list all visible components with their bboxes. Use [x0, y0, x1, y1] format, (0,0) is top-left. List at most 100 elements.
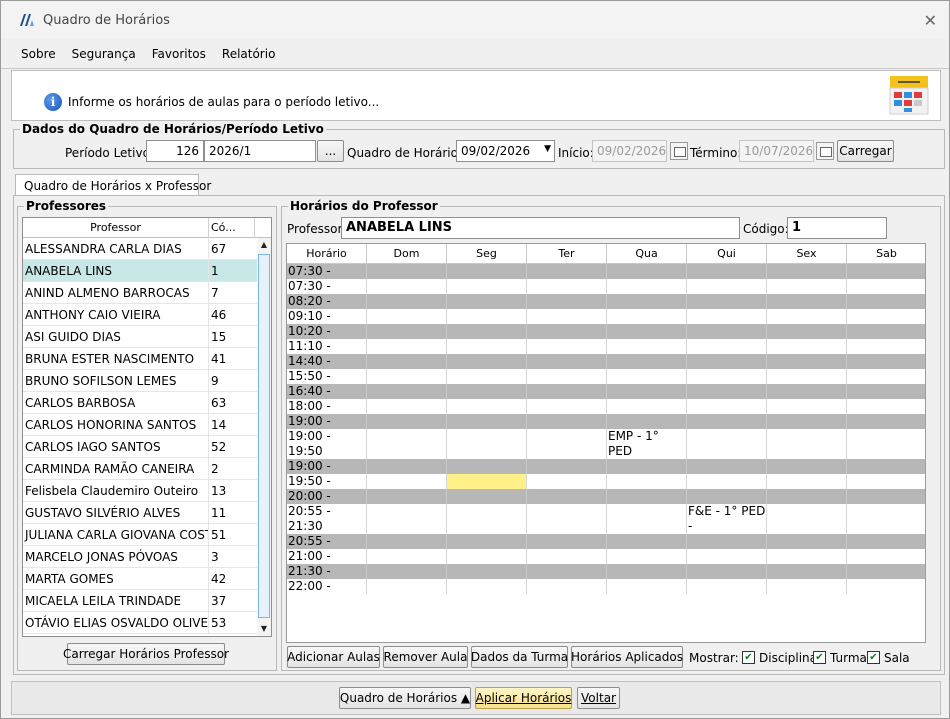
schedule-cell[interactable]: [447, 564, 527, 579]
aplicar-horarios-button[interactable]: Aplicar Horários: [475, 687, 572, 709]
schedule-cell[interactable]: [847, 309, 925, 324]
schedule-cell[interactable]: [447, 264, 527, 279]
table-row[interactable]: 20:00 - 20:40: [287, 489, 925, 504]
schedule-cell[interactable]: [687, 399, 767, 414]
dados-turma-button[interactable]: Dados da Turma: [471, 646, 568, 668]
schedule-cell[interactable]: [767, 339, 847, 354]
schedule-cell[interactable]: [367, 399, 447, 414]
schedule-cell[interactable]: [527, 549, 607, 564]
schedule-cell[interactable]: [767, 564, 847, 579]
table-row[interactable]: 16:40 - 17:30: [287, 384, 925, 399]
schedule-cell[interactable]: [527, 564, 607, 579]
schedule-cell[interactable]: [607, 459, 687, 474]
schedule-cell[interactable]: [767, 354, 847, 369]
schedule-cell[interactable]: [367, 579, 447, 594]
schedule-cell[interactable]: [447, 534, 527, 549]
schedule-cell[interactable]: [447, 414, 527, 429]
schedule-cell[interactable]: [527, 459, 607, 474]
menu-favoritos[interactable]: Favoritos: [152, 47, 206, 61]
schedule-cell[interactable]: [447, 309, 527, 324]
list-item[interactable]: ASI GUIDO DIAS 15: [23, 326, 257, 348]
schedule-cell[interactable]: [687, 414, 767, 429]
disciplina-checkbox[interactable]: ✔: [742, 651, 755, 664]
table-row[interactable]: 11:10 - 12:00: [287, 339, 925, 354]
schedule-cell[interactable]: [767, 264, 847, 279]
table-row[interactable]: 07:30 - 08:20: [287, 279, 925, 294]
scroll-thumb[interactable]: [258, 254, 270, 618]
schedule-cell[interactable]: [367, 549, 447, 564]
schedule-cell[interactable]: [607, 504, 687, 534]
schedule-cell[interactable]: [847, 354, 925, 369]
schedule-cell[interactable]: [847, 339, 925, 354]
schedule-cell[interactable]: [367, 354, 447, 369]
schedule-cell[interactable]: [367, 429, 447, 459]
schedule-cell[interactable]: [847, 264, 925, 279]
schedule-cell[interactable]: [767, 549, 847, 564]
column-codigo[interactable]: Có...: [209, 218, 255, 238]
schedule-cell[interactable]: [687, 369, 767, 384]
schedule-cell[interactable]: [607, 489, 687, 504]
list-item[interactable]: ALESSANDRA CARLA DIAS 67: [23, 238, 257, 260]
list-item[interactable]: MARTA GOMES 42: [23, 568, 257, 590]
schedule-cell[interactable]: [607, 549, 687, 564]
quadro-horarios-dropdown-button[interactable]: Quadro de Horários ▲: [339, 687, 471, 709]
schedule-cell[interactable]: [367, 264, 447, 279]
tab-quadro-professor[interactable]: Quadro de Horários x Professor: [15, 174, 211, 196]
quadro-select[interactable]: 09/02/2026 ▼: [456, 140, 555, 162]
schedule-cell[interactable]: [527, 489, 607, 504]
schedule-cell[interactable]: [847, 564, 925, 579]
list-item[interactable]: MICAELA LEILA TRINDADE 37: [23, 590, 257, 612]
table-row[interactable]: 20:55 - 22:30: [287, 534, 925, 549]
horarios-aplicados-button[interactable]: Horários Aplicados: [571, 646, 683, 668]
schedule-cell[interactable]: [607, 369, 687, 384]
schedule-cell[interactable]: [687, 294, 767, 309]
schedule-cell[interactable]: [527, 414, 607, 429]
schedule-cell[interactable]: [607, 384, 687, 399]
schedule-cell[interactable]: [767, 399, 847, 414]
schedule-cell[interactable]: [687, 474, 767, 489]
schedule-cell[interactable]: [527, 324, 607, 339]
schedule-cell[interactable]: [687, 429, 767, 459]
schedule-cell[interactable]: [767, 369, 847, 384]
schedule-cell[interactable]: [847, 579, 925, 594]
schedule-cell[interactable]: [767, 534, 847, 549]
schedule-cell[interactable]: [687, 549, 767, 564]
schedule-cell[interactable]: [527, 309, 607, 324]
schedule-cell[interactable]: [527, 354, 607, 369]
schedule-cell[interactable]: [607, 579, 687, 594]
schedule-cell[interactable]: [447, 324, 527, 339]
list-item[interactable]: BRUNA ESTER NASCIMENTO 41: [23, 348, 257, 370]
schedule-cell[interactable]: [767, 279, 847, 294]
professores-scrollbar[interactable]: ▲ ▼: [257, 238, 271, 636]
schedule-cell[interactable]: [687, 324, 767, 339]
schedule-cell[interactable]: [607, 264, 687, 279]
schedule-cell[interactable]: [527, 429, 607, 459]
schedule-cell[interactable]: [367, 324, 447, 339]
periodo-browse-button[interactable]: ...: [317, 140, 344, 162]
schedule-cell[interactable]: [607, 324, 687, 339]
schedule-cell[interactable]: [607, 354, 687, 369]
schedule-cell[interactable]: [687, 384, 767, 399]
schedule-cell[interactable]: [447, 579, 527, 594]
schedule-cell[interactable]: [687, 579, 767, 594]
schedule-cell[interactable]: [607, 399, 687, 414]
scroll-up-icon[interactable]: ▲: [257, 238, 271, 252]
schedule-cell[interactable]: [847, 279, 925, 294]
schedule-cell[interactable]: [447, 294, 527, 309]
menu-relatorio[interactable]: Relatório: [222, 47, 276, 61]
professores-list[interactable]: Professor Có... ALESSANDRA CARLA DIAS 67 A…: [22, 217, 272, 637]
sala-checkbox[interactable]: ✔: [867, 651, 880, 664]
schedule-cell[interactable]: [607, 414, 687, 429]
schedule-cell[interactable]: [607, 309, 687, 324]
schedule-cell[interactable]: [767, 309, 847, 324]
schedule-cell[interactable]: [607, 279, 687, 294]
schedule-cell[interactable]: [847, 549, 925, 564]
turma-checkbox[interactable]: ✔: [813, 651, 826, 664]
table-row[interactable]: 10:20 - 11:10: [287, 324, 925, 339]
scroll-down-icon[interactable]: ▼: [257, 622, 271, 636]
schedule-cell[interactable]: [767, 294, 847, 309]
schedule-cell[interactable]: [367, 339, 447, 354]
schedule-cell[interactable]: F&E - 1° PED - Sala 03: [687, 504, 767, 534]
schedule-cell[interactable]: [847, 429, 925, 459]
schedule-cell[interactable]: [767, 579, 847, 594]
